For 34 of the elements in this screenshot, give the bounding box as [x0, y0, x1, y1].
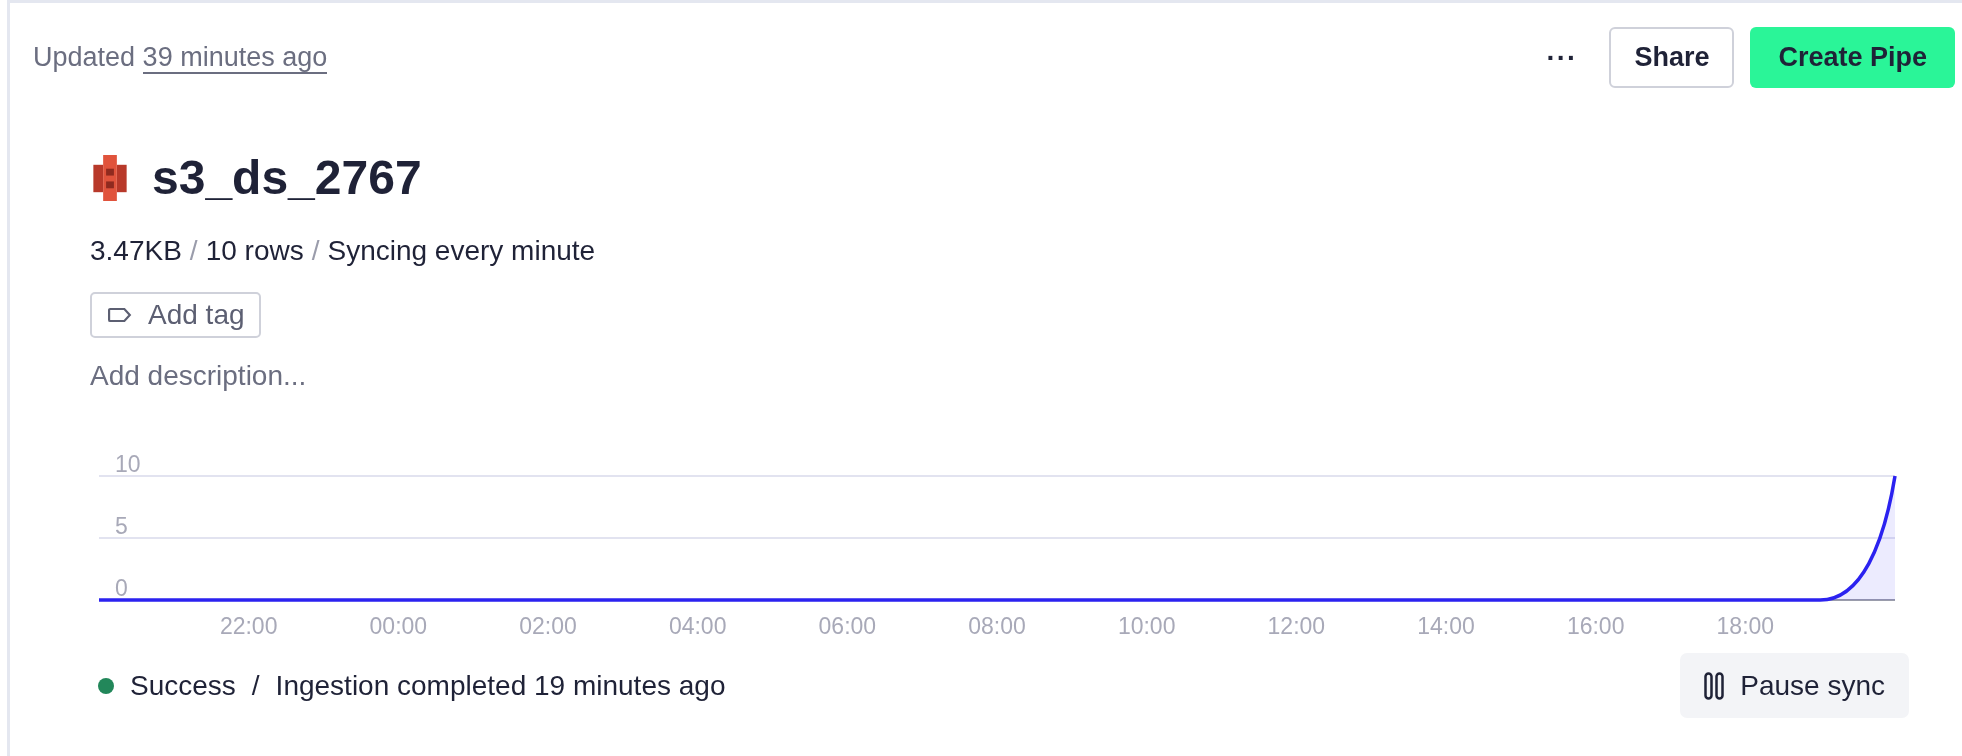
updated-time-link[interactable]: 39 minutes ago — [142, 42, 328, 75]
more-options-button[interactable]: ··· — [1530, 36, 1594, 79]
pause-icon — [1704, 671, 1725, 700]
datasource-title: s3_ds_2767 — [152, 150, 422, 206]
meta-text: 3.47KB — [90, 234, 182, 268]
updated-label: Updated — [33, 42, 136, 73]
tag-icon — [108, 307, 132, 323]
create-pipe-button[interactable]: Create Pipe — [1750, 27, 1955, 88]
share-button[interactable]: Share — [1609, 27, 1735, 88]
axis-label: 08:00 — [968, 613, 1026, 639]
axis-label: 02:00 — [519, 613, 577, 639]
axis-label: 0 — [115, 575, 128, 601]
pause-sync-button[interactable]: Pause sync — [1680, 653, 1909, 718]
axis-label: 10:00 — [1117, 613, 1176, 639]
description-field[interactable]: Add description... — [90, 359, 1962, 393]
add-tag-button[interactable]: Add tag — [90, 292, 261, 338]
status-separator: / — [251, 668, 260, 703]
axis-label: 10 — [115, 451, 141, 477]
axis-label: 12:00 — [1267, 613, 1326, 639]
axis-label: 22:00 — [219, 613, 278, 639]
axis-label: 04:00 — [668, 613, 727, 639]
block-stack-icon — [90, 154, 130, 201]
axis-label: 5 — [115, 513, 128, 539]
meta-text: Syncing every minute — [327, 234, 596, 268]
axis-label: 00:00 — [369, 613, 428, 639]
status-message: Ingestion completed 19 minutes ago — [275, 668, 726, 703]
meta-separator: / — [311, 234, 320, 268]
axis-label: 06:00 — [818, 613, 877, 639]
meta-separator: / — [189, 234, 198, 268]
axis-label: 14:00 — [1417, 613, 1475, 639]
meta-text: 10 rows — [205, 234, 304, 268]
axis-label: 18:00 — [1716, 613, 1775, 639]
axis-label: 16:00 — [1566, 613, 1625, 639]
status-label: Success — [130, 668, 236, 703]
